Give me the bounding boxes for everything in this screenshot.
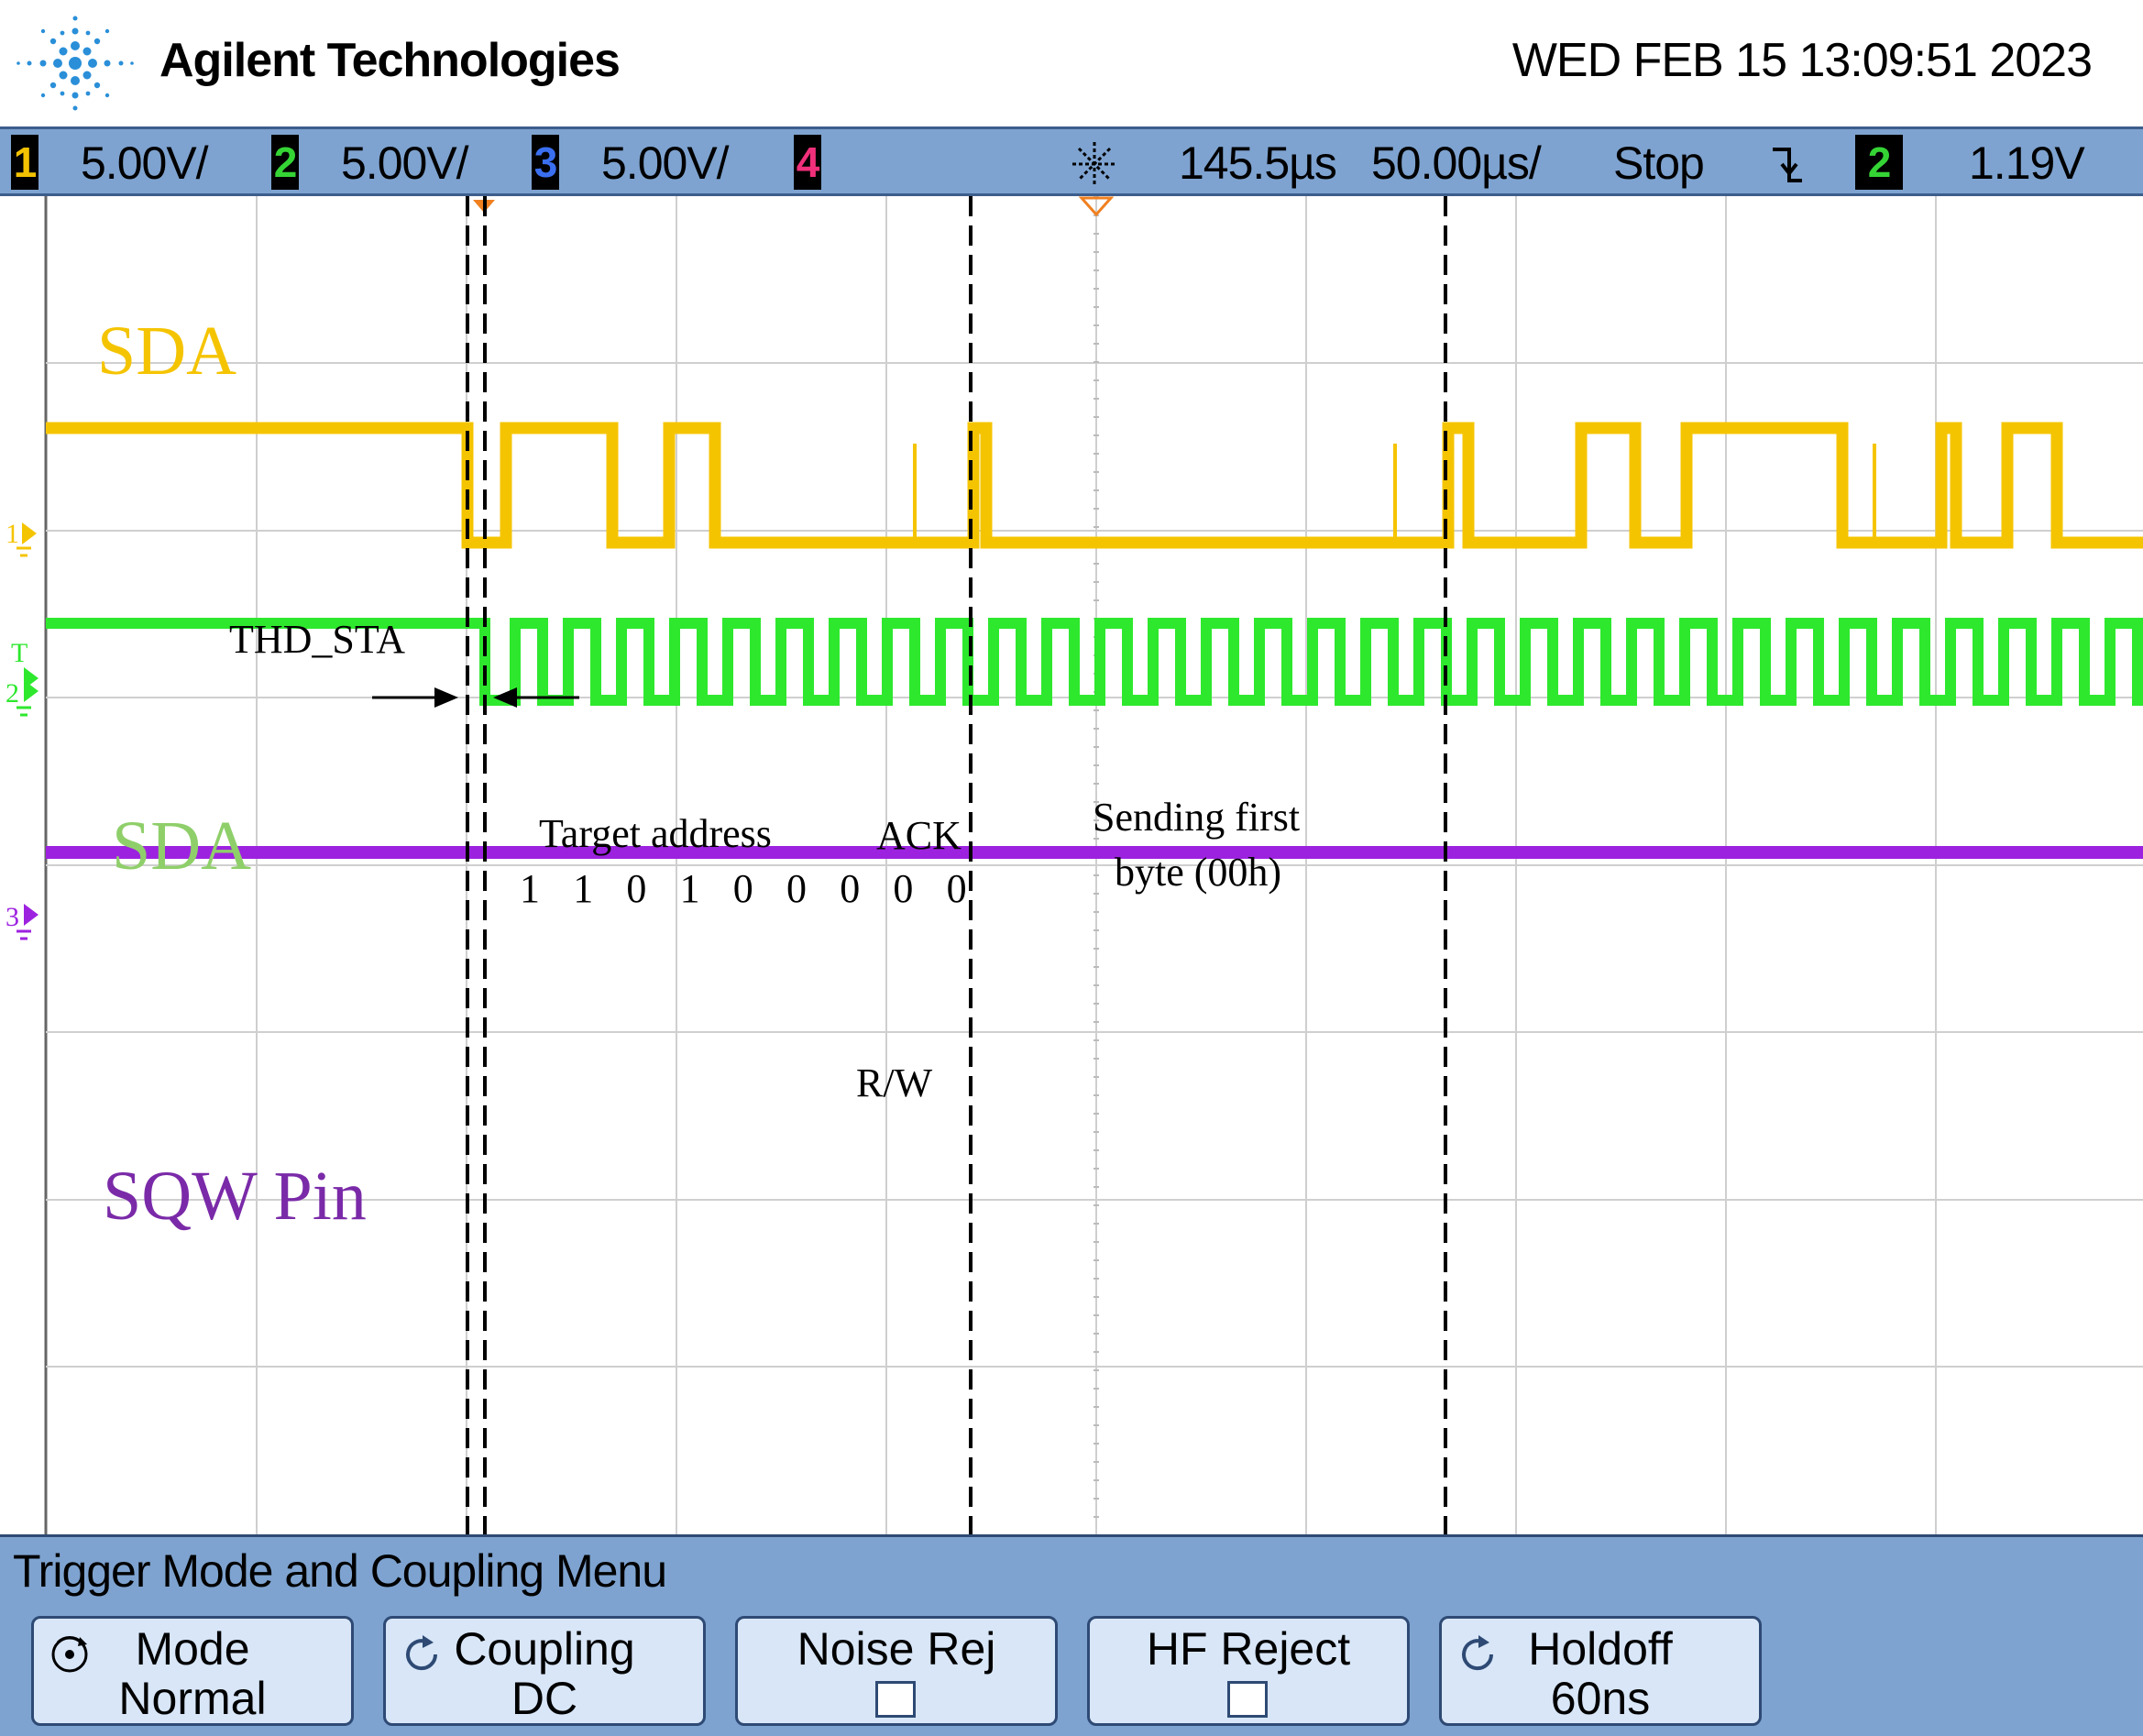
holdoff-softkey[interactable]: Holdoff 60ns [1439, 1616, 1762, 1726]
header: Agilent Technologies WED FEB 15 13:09:51… [0, 0, 2143, 126]
svg-text:T: T [11, 638, 27, 668]
address-bit: 0 [840, 866, 860, 911]
ack-label: ACK [876, 813, 962, 858]
address-bit: 0 [733, 866, 753, 911]
coupling-value: DC [511, 1673, 578, 1724]
date-time-readout: WED FEB 15 13:09:51 2023 [1511, 34, 2093, 87]
sda-top-label: SDA [97, 313, 236, 390]
channel-3-scale[interactable]: 5.00V/ [601, 135, 730, 192]
noise-rej-label: Noise Rej [797, 1623, 996, 1675]
sending-byte-label: byte (00h) [1115, 850, 1281, 895]
svg-text:1: 1 [5, 519, 19, 549]
channel-1-trace [46, 422, 2143, 549]
sending-first-label: Sending first [1093, 795, 1300, 840]
brand-name: Agilent Technologies [159, 34, 621, 87]
target-address-label: Target address [539, 811, 772, 856]
address-bit: 0 [893, 866, 913, 911]
channel-2-scale[interactable]: 5.00V/ [341, 135, 469, 192]
channel-2-badge[interactable]: 2 [271, 135, 299, 190]
address-bit: 1 [573, 866, 593, 911]
agilent-spark-logo-icon [16, 16, 134, 111]
coupling-softkey[interactable]: Coupling DC [383, 1616, 706, 1726]
trigger-source-badge[interactable]: 2 [1855, 135, 1903, 190]
waveform-display: 1 T 2 3 SDA SDA SQW Pin THD_STA Target a… [0, 196, 2143, 1534]
status-bar: 1 5.00V/ 2 5.00V/ 3 5.00V/ 4 145.5µs 50.… [0, 126, 2143, 196]
rw-label: R/W [856, 1060, 933, 1105]
thd-sta-label: THD_STA [229, 617, 405, 662]
channel-1-scale[interactable]: 5.00V/ [81, 135, 209, 192]
channel-3-ground-marker: 3 [5, 902, 38, 940]
mode-value: Normal [118, 1673, 267, 1724]
hf-reject-checkbox[interactable] [1227, 1681, 1268, 1718]
trigger-delay-readout[interactable]: 145.5µs [1179, 135, 1337, 192]
sqw-pin-label: SQW Pin [103, 1158, 367, 1235]
address-bit: 0 [786, 866, 807, 911]
holdoff-value: 60ns [1550, 1673, 1651, 1724]
channel-4-badge[interactable]: 4 [794, 135, 821, 190]
svg-text:3: 3 [5, 902, 19, 932]
channel-3-badge[interactable]: 3 [532, 135, 559, 190]
noise-rej-softkey[interactable]: Noise Rej [735, 1616, 1058, 1726]
graticule: 1 T 2 3 SDA SDA SQW Pin THD_STA Target a… [5, 196, 2143, 1534]
trigger-position-icon [1072, 142, 1116, 186]
mode-softkey[interactable]: Mode Normal [31, 1616, 354, 1726]
softkey-menu: Trigger Mode and Coupling Menu Mode Norm… [0, 1534, 2143, 1736]
hf-reject-label: HF Reject [1146, 1623, 1351, 1675]
mode-label: Mode [135, 1623, 250, 1675]
timebase-readout[interactable]: 50.00µs/ [1371, 135, 1542, 192]
trigger-level-readout[interactable]: 1.19V [1969, 135, 2085, 192]
address-bits: 110100000 [520, 866, 967, 911]
channel-1-badge[interactable]: 1 [11, 135, 38, 190]
svg-text:2: 2 [5, 678, 19, 709]
falling-edge-icon [1773, 148, 1802, 182]
address-bit: 0 [626, 866, 646, 911]
run-state[interactable]: Stop [1613, 135, 1705, 192]
menu-title: Trigger Mode and Coupling Menu [13, 1545, 667, 1597]
coupling-label: Coupling [454, 1623, 635, 1675]
channel-1-ground-marker: 1 [5, 519, 37, 557]
holdoff-label: Holdoff [1528, 1623, 1673, 1675]
noise-rej-checkbox[interactable] [875, 1681, 916, 1718]
channel-2-ground-marker: 2 [5, 678, 38, 717]
address-bit: 0 [947, 866, 967, 911]
address-bit: 1 [680, 866, 700, 911]
address-bit: 1 [520, 866, 540, 911]
hf-reject-softkey[interactable]: HF Reject [1087, 1616, 1410, 1726]
sda-bottom-label: SDA [112, 808, 251, 884]
